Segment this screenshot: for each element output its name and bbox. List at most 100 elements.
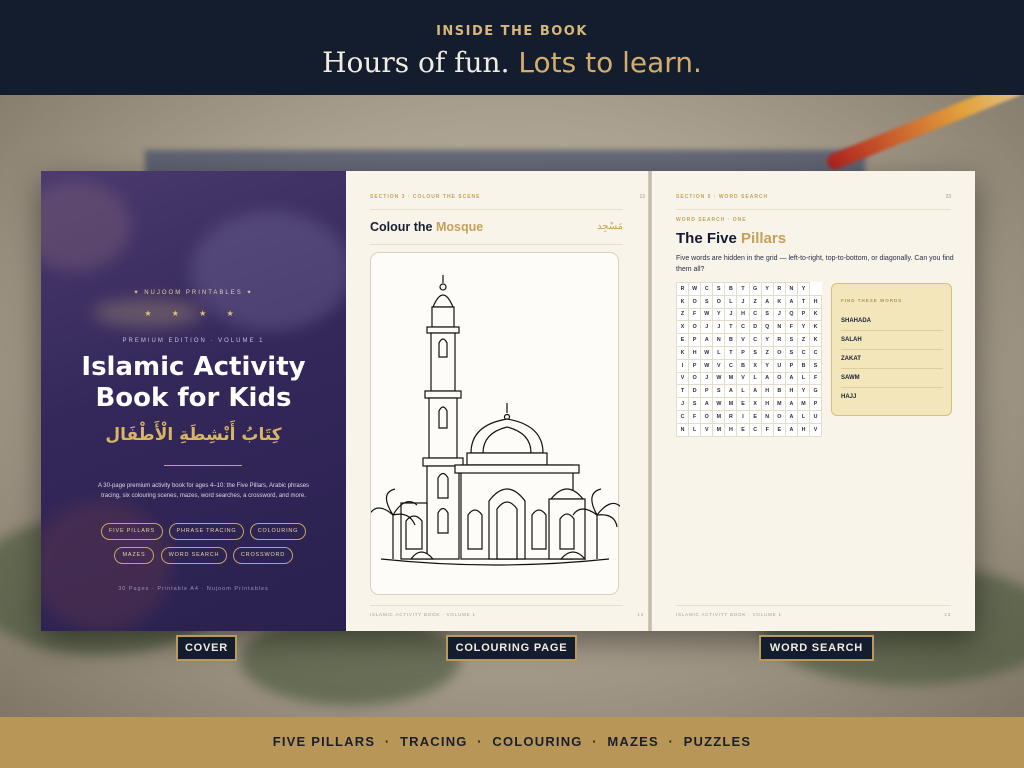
grid-cell: I [675, 358, 690, 373]
grid-cell: H [760, 384, 774, 399]
grid-cell: M [796, 397, 811, 411]
cover-title-line2: Book for Kids [95, 383, 292, 413]
cover-arabic-title: كِتَابُ أَنْشِطَةِ الْأَطْفَال [105, 425, 282, 445]
book-cover: ✦ NUJOOM PRINTABLES ✦ ★ ★ ★ ★ PREMIUM ED… [41, 171, 346, 631]
grid-cell: M [724, 397, 738, 411]
grid-row: ZFWYJHCSJQPK [675, 307, 823, 322]
header-band: INSIDE THE BOOK Hours of fun. Lots to le… [0, 0, 1024, 95]
grid-cell: Z [748, 294, 762, 309]
grid-cell: A [760, 371, 774, 386]
grid-cell: M [712, 422, 726, 437]
grid-cell: L [796, 409, 811, 424]
grid-cell: K [809, 307, 823, 322]
grid-cell: Q [784, 307, 798, 322]
colouring-page: SECTION 3 · COLOUR THE SCENE 13 Colour t… [346, 171, 648, 631]
background-pencil [824, 95, 1024, 172]
grid-cell: K [772, 294, 786, 309]
grid-cell: P [700, 384, 714, 399]
grid-cell: S [712, 282, 726, 296]
grid-cell: X [748, 397, 762, 411]
grid-cell: P [796, 307, 811, 322]
grid-cell: K [675, 345, 690, 360]
header-rule [370, 209, 623, 210]
grid-row: TDPSALAHBHYG [675, 384, 823, 399]
grid-cell: L [712, 345, 726, 360]
grid-cell: K [809, 333, 823, 347]
grid-cell: J [700, 320, 714, 335]
grid-cell: P [736, 345, 750, 360]
grid-cell: R [724, 409, 738, 424]
grid-cell: B [724, 333, 738, 347]
cover-pill: PHRASE TRACING [169, 523, 244, 540]
grid-cell: S [748, 345, 762, 360]
grid-cell: Q [760, 320, 774, 335]
grid-cell: Z [675, 307, 690, 322]
grid-cell: T [736, 282, 750, 296]
grid-cell: X [748, 358, 762, 373]
grid-cell: V [712, 358, 726, 373]
grid-cell: C [700, 282, 714, 296]
headline-accent: Lots to learn. [518, 46, 702, 79]
word-search-page: SECTION 5 · WORD SEARCH 23 WORD SEARCH ·… [652, 171, 975, 631]
grid-cell: V [675, 371, 690, 386]
header-rule [676, 209, 951, 210]
section-label: SECTION 5 · WORD SEARCH [676, 194, 769, 200]
grid-cell: W [712, 397, 726, 411]
colouring-title-main: Colour the [370, 220, 433, 234]
grid-cell: P [688, 333, 702, 347]
grid-cell: V [700, 422, 714, 437]
grid-cell: S [760, 307, 774, 322]
grid-cell: G [748, 282, 762, 296]
grid-row: KOSOLJZAKATH [675, 294, 823, 309]
cover-stars: ★ ★ ★ ★ [144, 309, 243, 318]
cover-bokeh [41, 501, 171, 631]
cover-divider [164, 465, 242, 466]
label-colouring-page: COLOURING PAGE [446, 635, 577, 661]
grid-row: IPWVCBXYUPBS [675, 358, 823, 373]
grid-cell: W [700, 358, 714, 373]
grid-cell: H [760, 397, 774, 411]
word-search-title: The Five Pillars [676, 230, 786, 247]
grid-cell: P [809, 397, 823, 411]
grid-cell: E [772, 422, 786, 437]
word-list-panel: FIND THESE WORDS SHAHADA SALAH ZAKAT SAW… [831, 283, 952, 416]
grid-cell: B [724, 282, 738, 296]
grid-row: EPANBVCYRSZK [675, 333, 823, 347]
grid-cell: C [748, 307, 762, 322]
grid-cell: A [748, 384, 762, 399]
grid-cell: J [736, 294, 750, 309]
grid-cell: F [688, 409, 702, 424]
grid-cell: F [809, 371, 823, 386]
grid-cell: V [736, 371, 750, 386]
colouring-title: Colour the Mosque [370, 220, 483, 234]
cover-description: A 30-page premium activity book for ages… [97, 483, 310, 499]
grid-cell: O [700, 409, 714, 424]
grid-cell: Y [760, 282, 774, 296]
grid-cell: E [736, 397, 750, 411]
grid-cell: N [675, 422, 690, 437]
grid-cell: F [688, 307, 702, 322]
grid-row: JSAWMEXHMAMP [675, 397, 823, 411]
grid-cell: H [736, 307, 750, 322]
cover-title: Islamic Activity Book for Kids [41, 352, 346, 414]
grid-cell: H [796, 422, 811, 437]
grid-cell: E [675, 333, 690, 347]
grid-cell: P [688, 358, 702, 373]
grid-cell: S [784, 345, 798, 360]
colouring-frame [370, 252, 620, 595]
grid-cell: X [675, 320, 690, 335]
grid-cell: L [796, 371, 811, 386]
grid-cell: Y [796, 320, 811, 335]
grid-cell: O [688, 371, 702, 386]
grid-cell: O [772, 345, 786, 360]
word-search-kicker: WORD SEARCH · ONE [676, 217, 747, 223]
headline-main: Hours of fun. [322, 46, 510, 79]
grid-cell: D [688, 384, 702, 399]
cover-bokeh [41, 181, 131, 271]
grid-cell: N [772, 320, 786, 335]
grid-cell: K [809, 320, 823, 335]
grid-cell: A [700, 397, 714, 411]
grid-cell: Y [760, 358, 774, 373]
word-list-heading: FIND THESE WORDS [841, 298, 903, 303]
grid-cell: M [712, 409, 726, 424]
